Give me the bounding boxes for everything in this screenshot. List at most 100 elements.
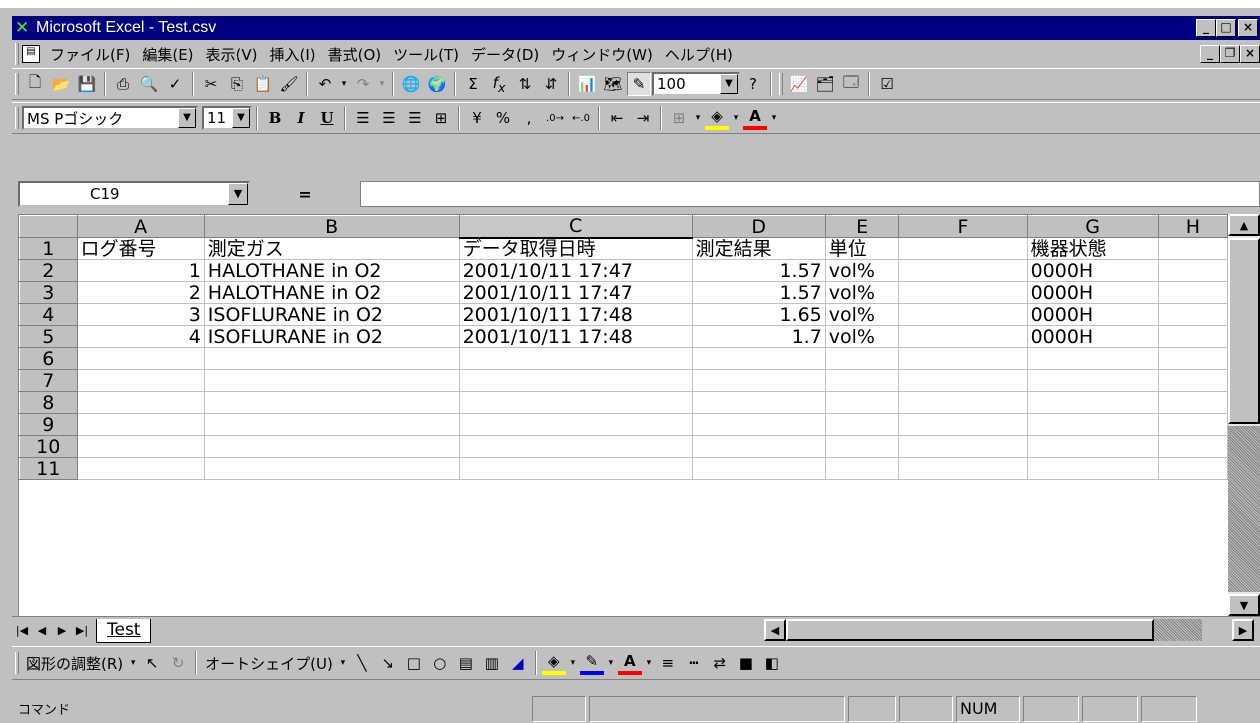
align-right-icon[interactable]: ☰ — [403, 106, 427, 130]
zoom-select[interactable]: 100 ▼ — [652, 72, 740, 96]
cell[interactable] — [824, 435, 900, 458]
align-left-icon[interactable]: ☰ — [351, 106, 375, 130]
menu-file[interactable]: ファイル(F) — [44, 44, 136, 65]
format-painter-icon[interactable]: 🖌 — [277, 72, 301, 96]
autoshapes-menu[interactable]: オートシェイプ(U) — [201, 653, 337, 674]
cell[interactable] — [898, 237, 1028, 260]
prev-sheet-icon[interactable]: ◀ — [32, 620, 52, 642]
cell[interactable]: 機器状態 — [1026, 237, 1159, 260]
doc-minimize-button[interactable]: _ — [1200, 45, 1220, 63]
cell[interactable]: 2001/10/11 17:48 — [458, 303, 693, 326]
title-bar[interactable]: ✕ Microsoft Excel - Test.csv _ □ × — [12, 16, 1260, 40]
redo-dropdown-icon[interactable]: ▾ — [377, 72, 387, 96]
cell[interactable]: 1 — [76, 259, 205, 282]
cell[interactable] — [76, 435, 205, 458]
paste-icon[interactable]: 📋 — [251, 72, 275, 96]
row-header[interactable]: 10 — [19, 435, 78, 458]
menu-window[interactable]: ウィンドウ(W) — [545, 44, 659, 65]
drawing-icon[interactable]: ✎ — [627, 72, 651, 96]
spelling-icon[interactable]: ✓ — [163, 72, 187, 96]
menu-grip[interactable] — [15, 43, 19, 65]
select-all-button[interactable] — [19, 215, 78, 238]
cell[interactable] — [1157, 347, 1228, 370]
cell[interactable]: 2001/10/11 17:48 — [458, 325, 693, 348]
italic-icon[interactable]: I — [289, 106, 313, 130]
cell[interactable] — [691, 347, 826, 370]
font-size-select[interactable]: 11 ▼ — [202, 106, 252, 130]
fill-dropdown-icon[interactable]: ▾ — [568, 651, 578, 675]
borders-icon[interactable]: ⊞ — [667, 106, 691, 130]
cell[interactable] — [1157, 325, 1228, 348]
checkbox-icon[interactable]: ☑ — [875, 72, 899, 96]
arrow-icon[interactable]: ↘ — [376, 651, 400, 675]
cell[interactable] — [76, 369, 205, 392]
borders-dropdown-icon[interactable]: ▾ — [693, 106, 703, 130]
cell[interactable]: vol% — [824, 281, 900, 304]
decrease-decimal-icon[interactable]: ←.0 — [569, 106, 593, 130]
chart-edit-icon[interactable]: 📈 — [787, 72, 811, 96]
merge-center-icon[interactable]: ⊞ — [429, 106, 453, 130]
menu-format[interactable]: 書式(O) — [322, 44, 388, 65]
column-header[interactable]: F — [898, 215, 1028, 238]
scroll-left-icon[interactable]: ◀ — [764, 619, 786, 641]
fill-color-icon[interactable]: ◈ — [705, 106, 729, 130]
row-header[interactable]: 4 — [19, 303, 78, 326]
scroll-track[interactable] — [1228, 426, 1260, 592]
cell[interactable]: ISOFLURANE in O2 — [203, 325, 460, 348]
scroll-down-icon[interactable]: ▼ — [1228, 594, 1260, 616]
cell[interactable] — [458, 347, 693, 370]
column-header[interactable]: A — [76, 215, 205, 238]
column-header-selected[interactable]: C — [458, 215, 693, 239]
arrow-style-icon[interactable]: ⇄ — [708, 651, 732, 675]
wordart-icon[interactable]: ▥ — [480, 651, 504, 675]
cell[interactable] — [898, 347, 1028, 370]
line-color-icon[interactable]: ✎ — [579, 651, 604, 675]
cell[interactable]: ISOFLURANE in O2 — [203, 303, 460, 326]
cell[interactable]: 1.7 — [691, 325, 826, 348]
cell[interactable] — [898, 435, 1028, 458]
maximize-button[interactable]: □ — [1216, 19, 1236, 37]
cell[interactable] — [824, 457, 900, 480]
font-color-dropdown-icon[interactable]: ▾ — [769, 106, 779, 130]
currency-icon[interactable]: ¥ — [465, 106, 489, 130]
horizontal-scrollbar[interactable]: ◀ ▶ — [764, 619, 1254, 641]
row-header[interactable]: 7 — [19, 369, 78, 392]
cell[interactable] — [1157, 413, 1228, 436]
equals-button[interactable]: = — [250, 185, 360, 204]
cell[interactable] — [458, 435, 693, 458]
menu-view[interactable]: 表示(V) — [200, 44, 264, 65]
document-icon[interactable]: ▤ — [22, 45, 40, 63]
cell[interactable] — [898, 259, 1028, 282]
cell[interactable] — [203, 435, 460, 458]
oval-icon[interactable]: ○ — [428, 651, 452, 675]
cell[interactable] — [898, 369, 1028, 392]
column-header[interactable]: B — [203, 215, 460, 238]
cell[interactable] — [1157, 259, 1228, 282]
increase-decimal-icon[interactable]: .0→ — [543, 106, 567, 130]
rectangle-icon[interactable]: □ — [402, 651, 426, 675]
chart-wizard-icon[interactable]: 📊 — [575, 72, 599, 96]
cell[interactable]: 測定ガス — [203, 237, 460, 260]
scroll-thumb[interactable] — [1228, 238, 1260, 424]
last-sheet-icon[interactable]: ▶| — [72, 620, 92, 642]
doc-close-button[interactable]: × — [1240, 45, 1260, 63]
first-sheet-icon[interactable]: |◀ — [12, 620, 32, 642]
bold-icon[interactable]: B — [263, 106, 287, 130]
function-icon[interactable]: fx — [487, 72, 511, 96]
cell[interactable] — [1157, 303, 1228, 326]
copy-icon[interactable]: ⎘ — [225, 72, 249, 96]
draw-menu[interactable]: 図形の調整(R) — [22, 653, 127, 674]
textbox-icon[interactable]: ▤ — [454, 651, 478, 675]
toolbar-grip[interactable] — [15, 107, 19, 129]
cell[interactable] — [691, 413, 826, 436]
menu-insert[interactable]: 挿入(I) — [264, 44, 322, 65]
cell[interactable] — [824, 413, 900, 436]
cell[interactable] — [691, 369, 826, 392]
font-color-dropdown-icon[interactable]: ▾ — [644, 651, 654, 675]
cell[interactable]: vol% — [824, 259, 900, 282]
cell[interactable] — [898, 457, 1028, 480]
cell[interactable] — [76, 457, 205, 480]
next-sheet-icon[interactable]: ▶ — [52, 620, 72, 642]
fill-dropdown-icon[interactable]: ▾ — [731, 106, 741, 130]
3d-icon[interactable]: ◧ — [760, 651, 784, 675]
